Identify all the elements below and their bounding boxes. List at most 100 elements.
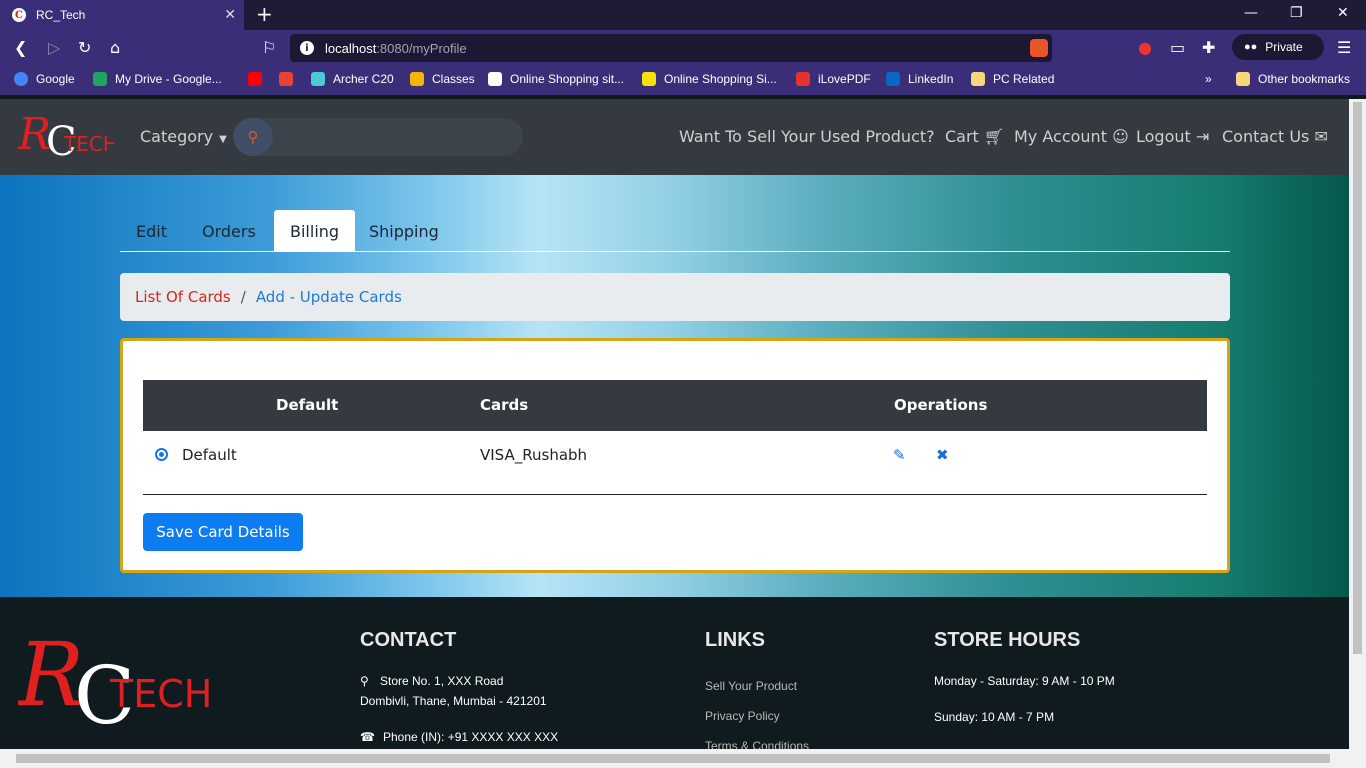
footer-address-line1: Store No. 1, XXX Road xyxy=(380,674,504,688)
svg-text:TECH: TECH xyxy=(109,672,212,716)
footer-hours-title: STORE HOURS xyxy=(934,629,1081,651)
vertical-scrollbar[interactable] xyxy=(1349,99,1366,749)
tab-edit[interactable]: Edit xyxy=(120,210,183,252)
caret-down-icon: ▼ xyxy=(219,134,227,145)
close-tab-icon[interactable]: ✕ xyxy=(224,7,236,23)
footer-phone: Phone (IN): +91 XXXX XXX XXX xyxy=(383,730,559,744)
default-label: Default xyxy=(182,446,237,464)
bookmarks-more[interactable]: » xyxy=(1205,72,1212,86)
nav-sell-product[interactable]: Want To Sell Your Used Product? xyxy=(679,127,935,146)
amazon-icon xyxy=(488,72,502,86)
classroom-icon xyxy=(410,72,424,86)
card-name: VISA_Rushabh xyxy=(480,446,588,464)
phone-icon: ☎ xyxy=(360,730,375,744)
save-card-details-button[interactable]: Save Card Details xyxy=(143,513,303,551)
profile-section: Edit Orders Billing Shipping List Of Car… xyxy=(0,175,1349,597)
footer-hours-weekdays: Monday - Saturday: 9 AM - 10 PM xyxy=(934,674,1115,688)
bookmark-google[interactable]: Google xyxy=(14,72,75,86)
footer-link-terms[interactable]: Terms & Conditions xyxy=(705,739,809,749)
url-bar[interactable]: i localhost:8080/myProfile xyxy=(290,34,1052,62)
category-dropdown[interactable]: Category ▼ xyxy=(140,127,227,146)
drive-icon xyxy=(93,72,107,86)
nav-contact-us[interactable]: Contact Us ✉ xyxy=(1222,127,1328,146)
ilovepdf-icon xyxy=(796,72,810,86)
search-icon[interactable]: ⚲ xyxy=(233,118,273,156)
bookmarks-bar: Google My Drive - Google... Archer C20 C… xyxy=(0,65,1366,95)
extension-window-icon[interactable]: ▭ xyxy=(1170,38,1185,57)
svg-text:TECH: TECH xyxy=(63,132,114,156)
google-icon xyxy=(14,72,28,86)
footer-contact-title: CONTACT xyxy=(360,629,457,651)
restore-icon[interactable]: ❐ xyxy=(1290,5,1303,21)
bookmark-page-icon[interactable]: ⚐ xyxy=(262,38,276,57)
footer-links-title: LINKS xyxy=(705,629,765,651)
forward-icon[interactable]: ▷ xyxy=(48,38,60,57)
tab-orders[interactable]: Orders xyxy=(186,210,272,252)
back-icon[interactable]: ❮ xyxy=(14,38,27,57)
table-header: Default Cards Operations xyxy=(143,380,1207,431)
extensions-puzzle-icon[interactable]: ✚ xyxy=(1202,38,1215,57)
bookmark-gmail[interactable] xyxy=(279,72,301,86)
bookmark-pc-related[interactable]: PC Related xyxy=(971,72,1054,86)
private-label: Private xyxy=(1265,40,1303,54)
browser-tab[interactable]: C RC_Tech ✕ xyxy=(0,0,244,30)
default-card-radio[interactable] xyxy=(155,448,168,461)
gmail-icon xyxy=(279,72,293,86)
bookmark-ilovepdf[interactable]: iLovePDF xyxy=(796,72,871,86)
bookmark-amazon[interactable]: Online Shopping sit... xyxy=(488,72,624,86)
bookmark-linkedin[interactable]: LinkedIn xyxy=(886,72,953,86)
browser-toolbar: ❮ ▷ ↻ ⌂ ⚐ i localhost:8080/myProfile ● ▭… xyxy=(0,30,1366,65)
footer-link-sell[interactable]: Sell Your Product xyxy=(705,679,797,693)
footer-hours-sunday: Sunday: 10 AM - 7 PM xyxy=(934,710,1055,724)
reload-icon[interactable]: ↻ xyxy=(78,38,91,57)
home-icon[interactable]: ⌂ xyxy=(110,38,120,57)
nav-my-account[interactable]: My Account ☺ xyxy=(1014,127,1129,146)
bookmark-archer[interactable]: Archer C20 xyxy=(311,72,394,86)
tab-billing[interactable]: Billing xyxy=(274,210,356,252)
location-pin-icon: ⚲ xyxy=(360,674,369,688)
bookmark-youtube[interactable] xyxy=(248,72,270,86)
breadcrumb-add-update-cards[interactable]: Add - Update Cards xyxy=(256,288,402,306)
bookmark-classes[interactable]: Classes xyxy=(410,72,475,86)
site-info-icon[interactable]: i xyxy=(300,41,314,55)
header-operations: Operations xyxy=(894,396,988,414)
horizontal-scrollbar[interactable] xyxy=(0,749,1366,768)
private-window-badge[interactable]: ●● Private xyxy=(1232,34,1324,60)
logout-icon: ⇥ xyxy=(1195,127,1210,146)
bookmark-my-drive[interactable]: My Drive - Google... xyxy=(93,72,222,86)
footer-link-privacy[interactable]: Privacy Policy xyxy=(705,709,780,723)
nav-logout[interactable]: Logout ⇥ xyxy=(1136,127,1209,146)
profile-tabs: Edit Orders Billing Shipping xyxy=(120,210,1230,252)
browser-menu-icon[interactable]: ☰ xyxy=(1337,38,1351,57)
brave-shields-icon[interactable] xyxy=(1030,39,1048,57)
rctech-footer-logo: R C TECH xyxy=(18,627,212,737)
url-host: localhost xyxy=(325,40,377,56)
linkedin-icon xyxy=(886,72,900,86)
extension-adblock-icon[interactable]: ● xyxy=(1138,38,1152,57)
breadcrumb-separator: / xyxy=(240,288,246,306)
rctech-favicon-icon: C xyxy=(12,8,26,22)
delete-x-icon[interactable]: ✖ xyxy=(936,446,949,464)
tab-shipping[interactable]: Shipping xyxy=(353,210,455,252)
horizontal-scroll-thumb[interactable] xyxy=(16,754,1330,763)
vertical-scroll-thumb[interactable] xyxy=(1353,102,1362,654)
bookmark-flipkart[interactable]: Online Shopping Si... xyxy=(642,72,777,86)
folder-icon xyxy=(971,72,985,86)
edit-pencil-icon[interactable]: ✎ xyxy=(893,446,906,464)
window-close-icon[interactable]: ✕ xyxy=(1337,5,1349,21)
youtube-icon xyxy=(248,72,262,86)
minimize-icon[interactable]: — xyxy=(1244,5,1258,21)
user-icon: ☺ xyxy=(1112,127,1129,146)
flipkart-icon xyxy=(642,72,656,86)
web-page: R C TECH Category ▼ ⚲ Want To Sell Your U… xyxy=(0,99,1349,749)
bookmark-other[interactable]: Other bookmarks xyxy=(1236,72,1350,86)
breadcrumb-list-of-cards[interactable]: List Of Cards xyxy=(135,288,231,306)
breadcrumb: List Of Cards / Add - Update Cards xyxy=(120,273,1230,321)
nav-cart[interactable]: Cart 🛒︎ xyxy=(945,127,1004,146)
cards-table: Default Cards Operations Default VISA_Ru… xyxy=(143,380,1207,495)
tplink-icon xyxy=(311,72,325,86)
new-tab-icon[interactable]: + xyxy=(256,4,273,24)
rctech-logo[interactable]: R C TECH xyxy=(18,109,114,165)
search-bar[interactable]: ⚲ xyxy=(233,118,523,156)
cards-panel: Default Cards Operations Default VISA_Ru… xyxy=(120,338,1230,573)
